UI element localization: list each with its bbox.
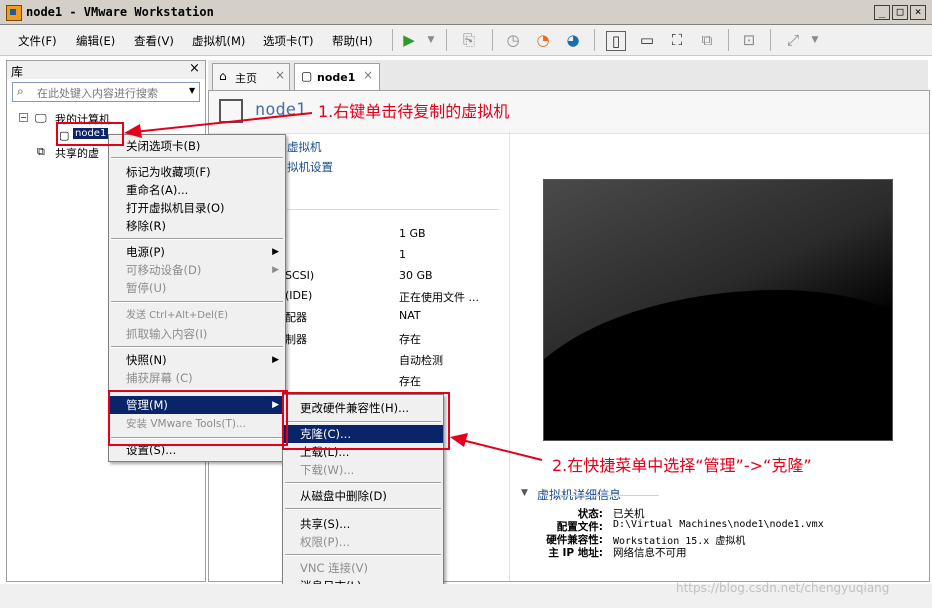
annotation-step2: 2.在快捷菜单中选择“管理”->“克隆” xyxy=(552,456,812,475)
arrow-head-icon xyxy=(450,433,468,447)
annotation-arrow-2 xyxy=(461,439,543,461)
annotation-arrow-1 xyxy=(133,112,313,133)
watermark: https://blog.csdn.net/chengyuqiang xyxy=(676,581,890,595)
status-bar: https://blog.csdn.net/chengyuqiang xyxy=(0,581,932,608)
annotation-step1: 1.右键单击待复制的虚拟机 xyxy=(318,102,510,121)
annotation-arrows xyxy=(124,112,543,461)
arrow-head-icon xyxy=(124,124,142,138)
